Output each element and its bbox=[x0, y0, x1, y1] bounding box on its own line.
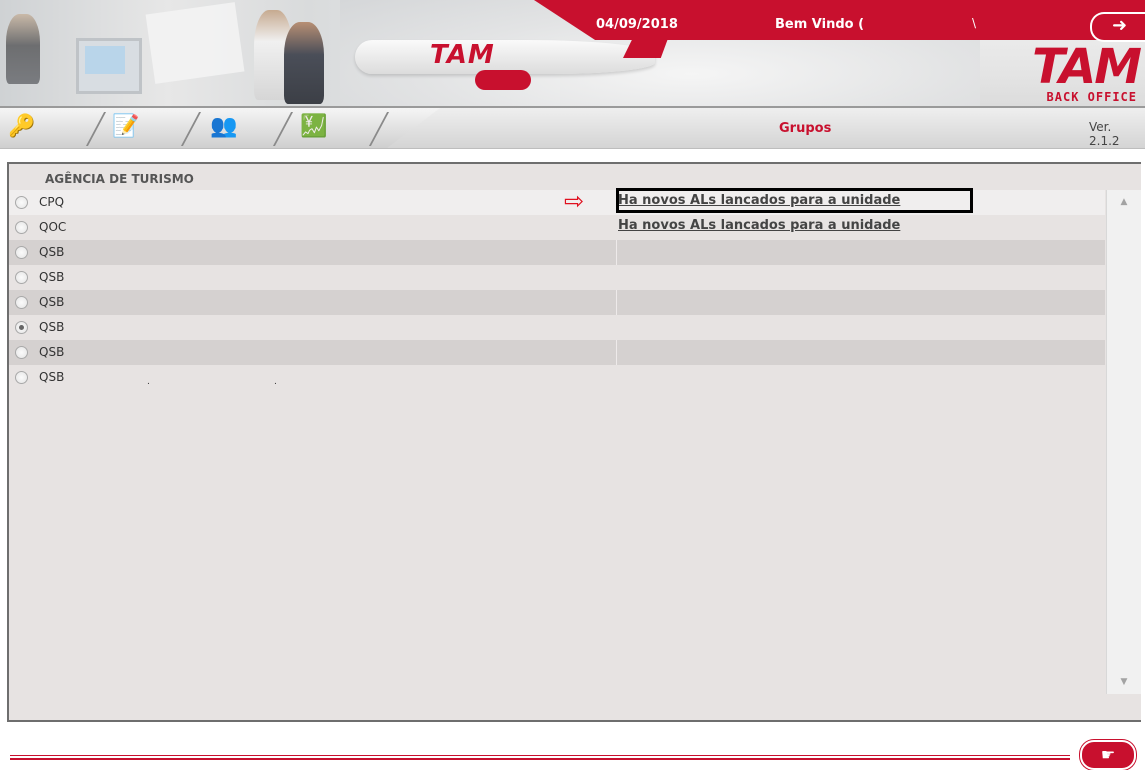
column-divider bbox=[616, 340, 617, 365]
column-divider bbox=[616, 240, 617, 265]
agency-list: CPQ ⇨ Ha novos ALs lancados para a unida… bbox=[9, 187, 1105, 390]
agency-code: QSB bbox=[39, 345, 65, 359]
list-item[interactable]: QSB bbox=[9, 240, 1105, 265]
header-person-image bbox=[284, 22, 324, 104]
agency-code: QSB bbox=[39, 370, 65, 384]
list-item[interactable]: QSB bbox=[9, 340, 1105, 365]
agency-list-panel: AGÊNCIA DE TURISMO CPQ ⇨ Ha novos ALs la… bbox=[7, 162, 1141, 722]
select-radio[interactable] bbox=[15, 196, 28, 209]
agency-code: QSB bbox=[39, 270, 65, 284]
logo-subtitle: BACK OFFICE bbox=[1046, 90, 1137, 104]
redacted-dot: . bbox=[274, 377, 277, 387]
select-radio[interactable] bbox=[15, 296, 28, 309]
agency-code: QOC bbox=[39, 220, 67, 234]
scroll-up-icon[interactable]: ▲ bbox=[1107, 192, 1141, 212]
highlight-box bbox=[616, 188, 973, 213]
list-item[interactable]: QSB bbox=[9, 315, 1105, 340]
version-label: Ver. 2.1.2 bbox=[1089, 120, 1120, 148]
keys-icon[interactable]: 🔑 bbox=[8, 113, 35, 141]
form-edit-icon[interactable]: 📝 bbox=[112, 113, 139, 141]
list-item[interactable]: QOC Ha novos ALs lancados para a unidade bbox=[9, 215, 1105, 240]
section-title: AGÊNCIA DE TURISMO bbox=[45, 172, 194, 186]
list-item[interactable]: CPQ ⇨ Ha novos ALs lancados para a unida… bbox=[9, 187, 1105, 215]
redacted-dot: . bbox=[147, 377, 150, 387]
select-radio[interactable] bbox=[15, 271, 28, 284]
new-als-link[interactable]: Ha novos ALs lancados para a unidade bbox=[618, 218, 900, 233]
list-scrollbar[interactable]: ▲ ▼ bbox=[1106, 190, 1141, 694]
list-item[interactable]: QSB bbox=[9, 290, 1105, 315]
list-item[interactable]: QSB . . bbox=[9, 365, 1105, 390]
airplane-body bbox=[355, 40, 655, 74]
welcome-user-fragment: \ bbox=[972, 16, 977, 30]
select-radio[interactable] bbox=[15, 371, 28, 384]
list-item[interactable]: QSB bbox=[9, 265, 1105, 290]
agency-code: QSB bbox=[39, 295, 65, 309]
welcome-text: Bem Vindo ( bbox=[775, 17, 865, 32]
people-icon[interactable]: 👥 bbox=[210, 113, 237, 141]
airplane-engine bbox=[475, 70, 531, 90]
arrow-right-icon: ➜ bbox=[1111, 15, 1128, 36]
agency-code: QSB bbox=[39, 245, 65, 259]
red-arrow-icon: ⇨ bbox=[564, 187, 585, 215]
finance-chart-icon[interactable]: 💹 bbox=[300, 113, 327, 141]
logout-button[interactable]: ➜ bbox=[1090, 12, 1145, 42]
airplane-logo: TAM bbox=[430, 40, 495, 70]
select-radio[interactable] bbox=[15, 221, 28, 234]
agency-code: CPQ bbox=[39, 195, 65, 209]
column-divider bbox=[616, 290, 617, 315]
header: TAM 04/09/2018 Bem Vindo ( \ ➜ TAM BACK … bbox=[0, 0, 1145, 106]
toolbar: 🔑 📝 👥 💹 Grupos Ver. 2.1.2 bbox=[0, 106, 1145, 149]
page-title: Grupos bbox=[779, 121, 832, 136]
agency-code: QSB bbox=[39, 320, 65, 334]
logo-wordmark: TAM bbox=[1032, 39, 1142, 95]
header-monitor-image bbox=[76, 38, 142, 94]
header-paper-image bbox=[145, 2, 245, 84]
select-radio[interactable] bbox=[15, 346, 28, 359]
select-radio[interactable] bbox=[15, 321, 28, 334]
current-date: 04/09/2018 bbox=[596, 17, 678, 32]
brand-logo: TAM BACK OFFICE bbox=[990, 39, 1142, 104]
footer-divider bbox=[10, 755, 1070, 760]
select-radio[interactable] bbox=[15, 246, 28, 259]
header-person-image bbox=[6, 14, 40, 84]
scroll-down-icon[interactable]: ▼ bbox=[1107, 672, 1141, 692]
next-button[interactable]: ☛ bbox=[1080, 740, 1136, 770]
pointing-hand-icon: ☛ bbox=[1100, 745, 1116, 764]
